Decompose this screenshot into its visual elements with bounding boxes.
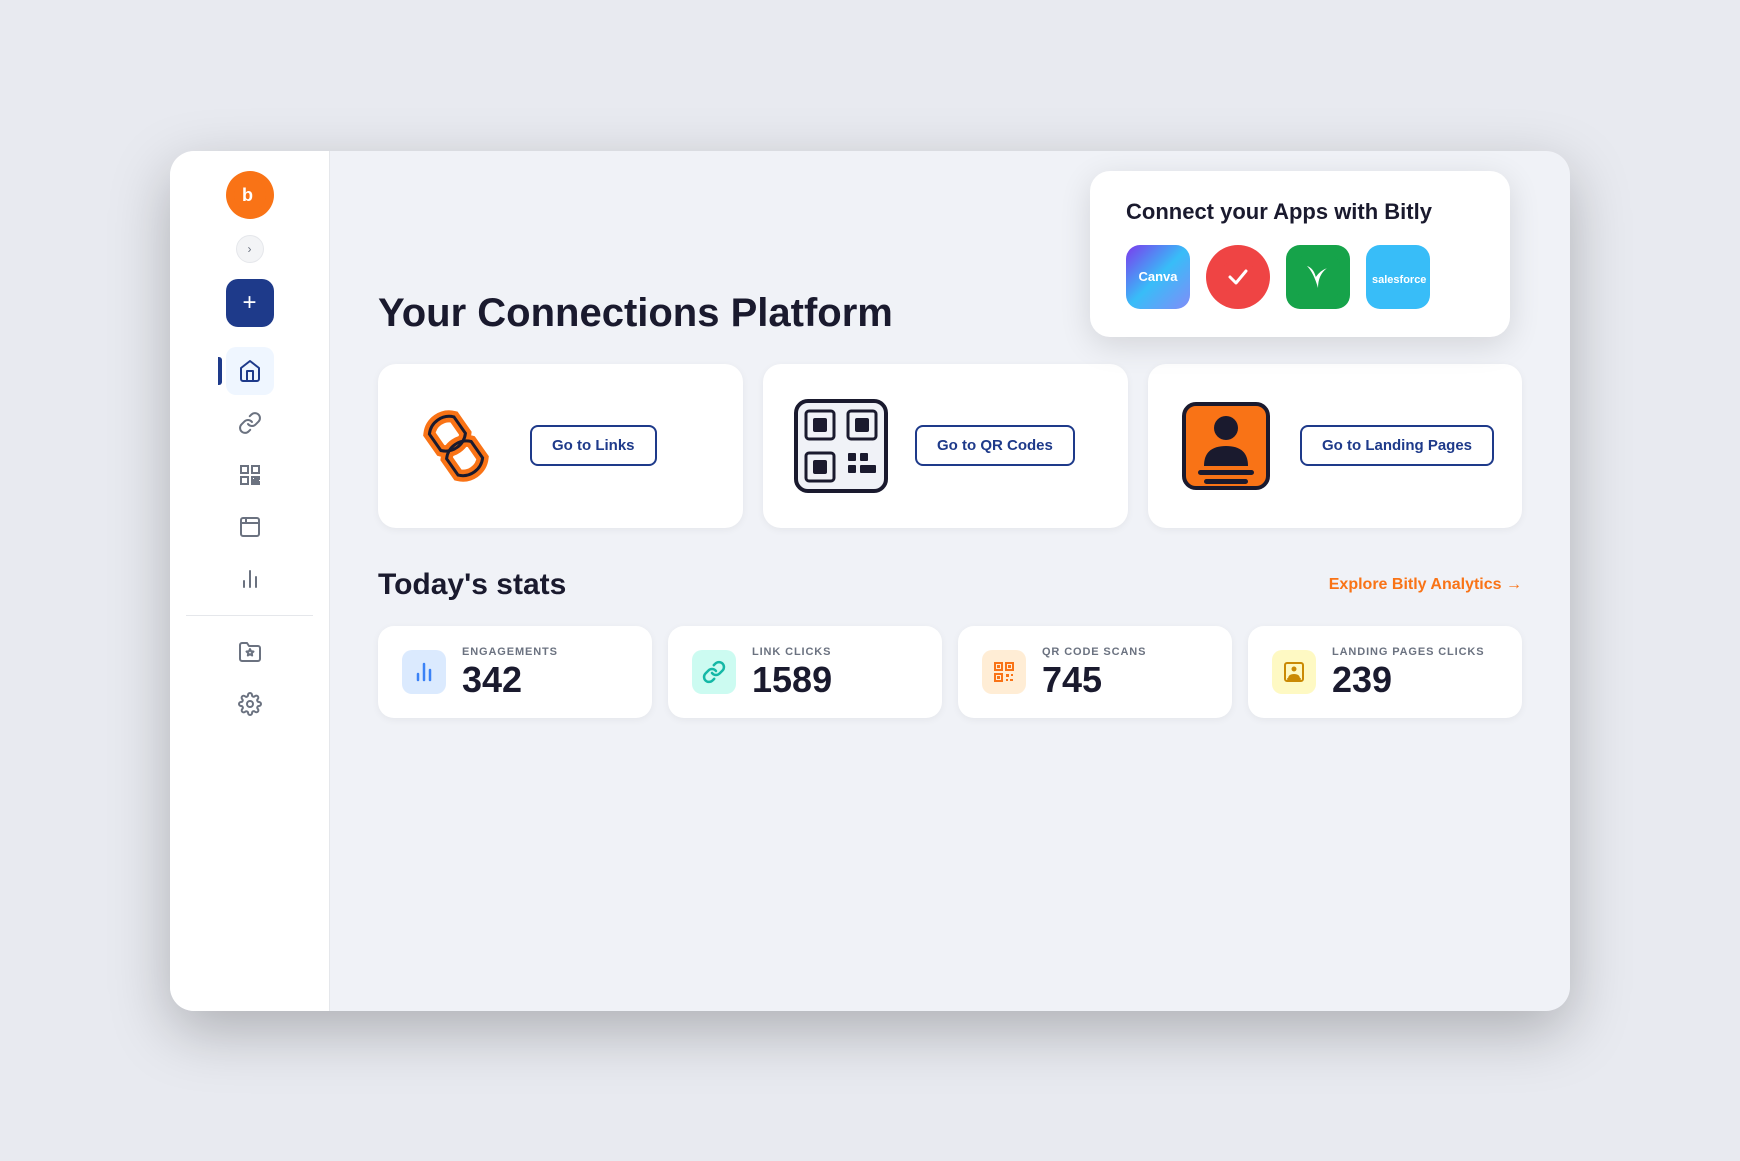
connect-apps-popup: Connect your Apps with Bitly Canva [1090, 171, 1510, 337]
link-clicks-value: 1589 [752, 662, 832, 698]
starred-icon [238, 640, 262, 664]
home-icon [238, 359, 262, 383]
link-clicks-stat-card: LINK CLICKS 1589 [668, 626, 942, 718]
lp-clicks-stat-icon [1272, 650, 1316, 694]
sidebar-navigation [170, 347, 329, 728]
link-clicks-label: LINK CLICKS [752, 646, 832, 658]
lp-clicks-stat-card: LANDING PAGES CLICKS 239 [1248, 626, 1522, 718]
sidebar-item-links[interactable] [226, 399, 274, 447]
chain-link-icon [406, 396, 506, 496]
create-button[interactable]: + [226, 279, 274, 327]
sidebar-item-starred[interactable] [226, 628, 274, 676]
link-icon [238, 411, 262, 435]
lp-clicks-value: 239 [1332, 662, 1484, 698]
qr-code-large-icon [791, 396, 891, 496]
ticktick-app-icon[interactable] [1206, 245, 1270, 309]
engagements-value: 342 [462, 662, 558, 698]
svg-text:b: b [242, 185, 253, 205]
qr-scans-stat-card: QR CODE SCANS 745 [958, 626, 1232, 718]
sidebar-item-landing-pages[interactable] [226, 503, 274, 551]
go-to-qr-codes-button[interactable]: Go to QR Codes [915, 425, 1075, 466]
qr-code-icon [238, 463, 262, 487]
salesforce-app-icon[interactable]: salesforce [1366, 245, 1430, 309]
popup-apps-list: Canva [1126, 245, 1474, 309]
landing-page-stat-icon [1282, 660, 1306, 684]
sidebar-expand-button[interactable]: › [236, 235, 264, 263]
popup-title: Connect your Apps with Bitly [1126, 199, 1474, 225]
browser-frame: b › + [170, 151, 1570, 1011]
links-nav-card: Go to Links [378, 364, 743, 528]
salesforce-icon: salesforce [1366, 257, 1430, 297]
engagements-stat-card: ENGAGEMENTS 342 [378, 626, 652, 718]
sprout-app-icon[interactable] [1286, 245, 1350, 309]
qr-stat-icon [992, 660, 1016, 684]
svg-text:salesforce: salesforce [1372, 274, 1426, 286]
nav-cards-row: Go to Links [378, 364, 1522, 528]
qr-scans-stat-info: QR CODE SCANS 745 [1042, 646, 1146, 698]
qr-codes-card-icon [791, 396, 891, 496]
engagements-stat-icon [402, 650, 446, 694]
stats-row: ENGAGEMENTS 342 LINK CLICKS 1589 [378, 626, 1522, 718]
engagements-label: ENGAGEMENTS [462, 646, 558, 658]
go-to-links-button[interactable]: Go to Links [530, 425, 657, 466]
sidebar-item-home[interactable] [226, 347, 274, 395]
landing-pages-icon [238, 515, 262, 539]
sidebar-item-analytics[interactable] [226, 555, 274, 603]
stats-header: Today's stats Explore Bitly Analytics → [378, 568, 1522, 602]
settings-icon [238, 692, 262, 716]
landing-pages-card-icon [1176, 396, 1276, 496]
sidebar-item-settings[interactable] [226, 680, 274, 728]
lp-clicks-stat-info: LANDING PAGES CLICKS 239 [1332, 646, 1484, 698]
landing-page-icon [1176, 396, 1276, 496]
go-to-landing-pages-button[interactable]: Go to Landing Pages [1300, 425, 1494, 466]
qr-scans-value: 745 [1042, 662, 1146, 698]
checkmark-icon [1218, 257, 1258, 297]
bar-chart-icon [412, 660, 436, 684]
engagements-stat-info: ENGAGEMENTS 342 [462, 646, 558, 698]
qr-scans-label: QR CODE SCANS [1042, 646, 1146, 658]
link-stat-icon [702, 660, 726, 684]
sidebar: b › + [170, 151, 330, 1011]
canva-label: Canva [1138, 269, 1177, 284]
stats-title: Today's stats [378, 568, 566, 602]
canva-app-icon[interactable]: Canva [1126, 245, 1190, 309]
analytics-icon [238, 567, 262, 591]
sidebar-item-qr-codes[interactable] [226, 451, 274, 499]
qr-scans-stat-icon [982, 650, 1026, 694]
qr-codes-nav-card: Go to QR Codes [763, 364, 1128, 528]
landing-pages-nav-card: Go to Landing Pages [1148, 364, 1522, 528]
lp-clicks-label: LANDING PAGES CLICKS [1332, 646, 1484, 658]
sprout-icon [1296, 255, 1340, 299]
plus-icon: + [242, 289, 256, 317]
bitly-logo[interactable]: b [226, 171, 274, 219]
main-content: Connect your Apps with Bitly Canva [330, 151, 1570, 1011]
sidebar-divider [186, 615, 313, 616]
link-clicks-stat-info: LINK CLICKS 1589 [752, 646, 832, 698]
link-clicks-stat-icon [692, 650, 736, 694]
explore-analytics-link[interactable]: Explore Bitly Analytics → [1329, 576, 1522, 594]
links-card-icon [406, 396, 506, 496]
